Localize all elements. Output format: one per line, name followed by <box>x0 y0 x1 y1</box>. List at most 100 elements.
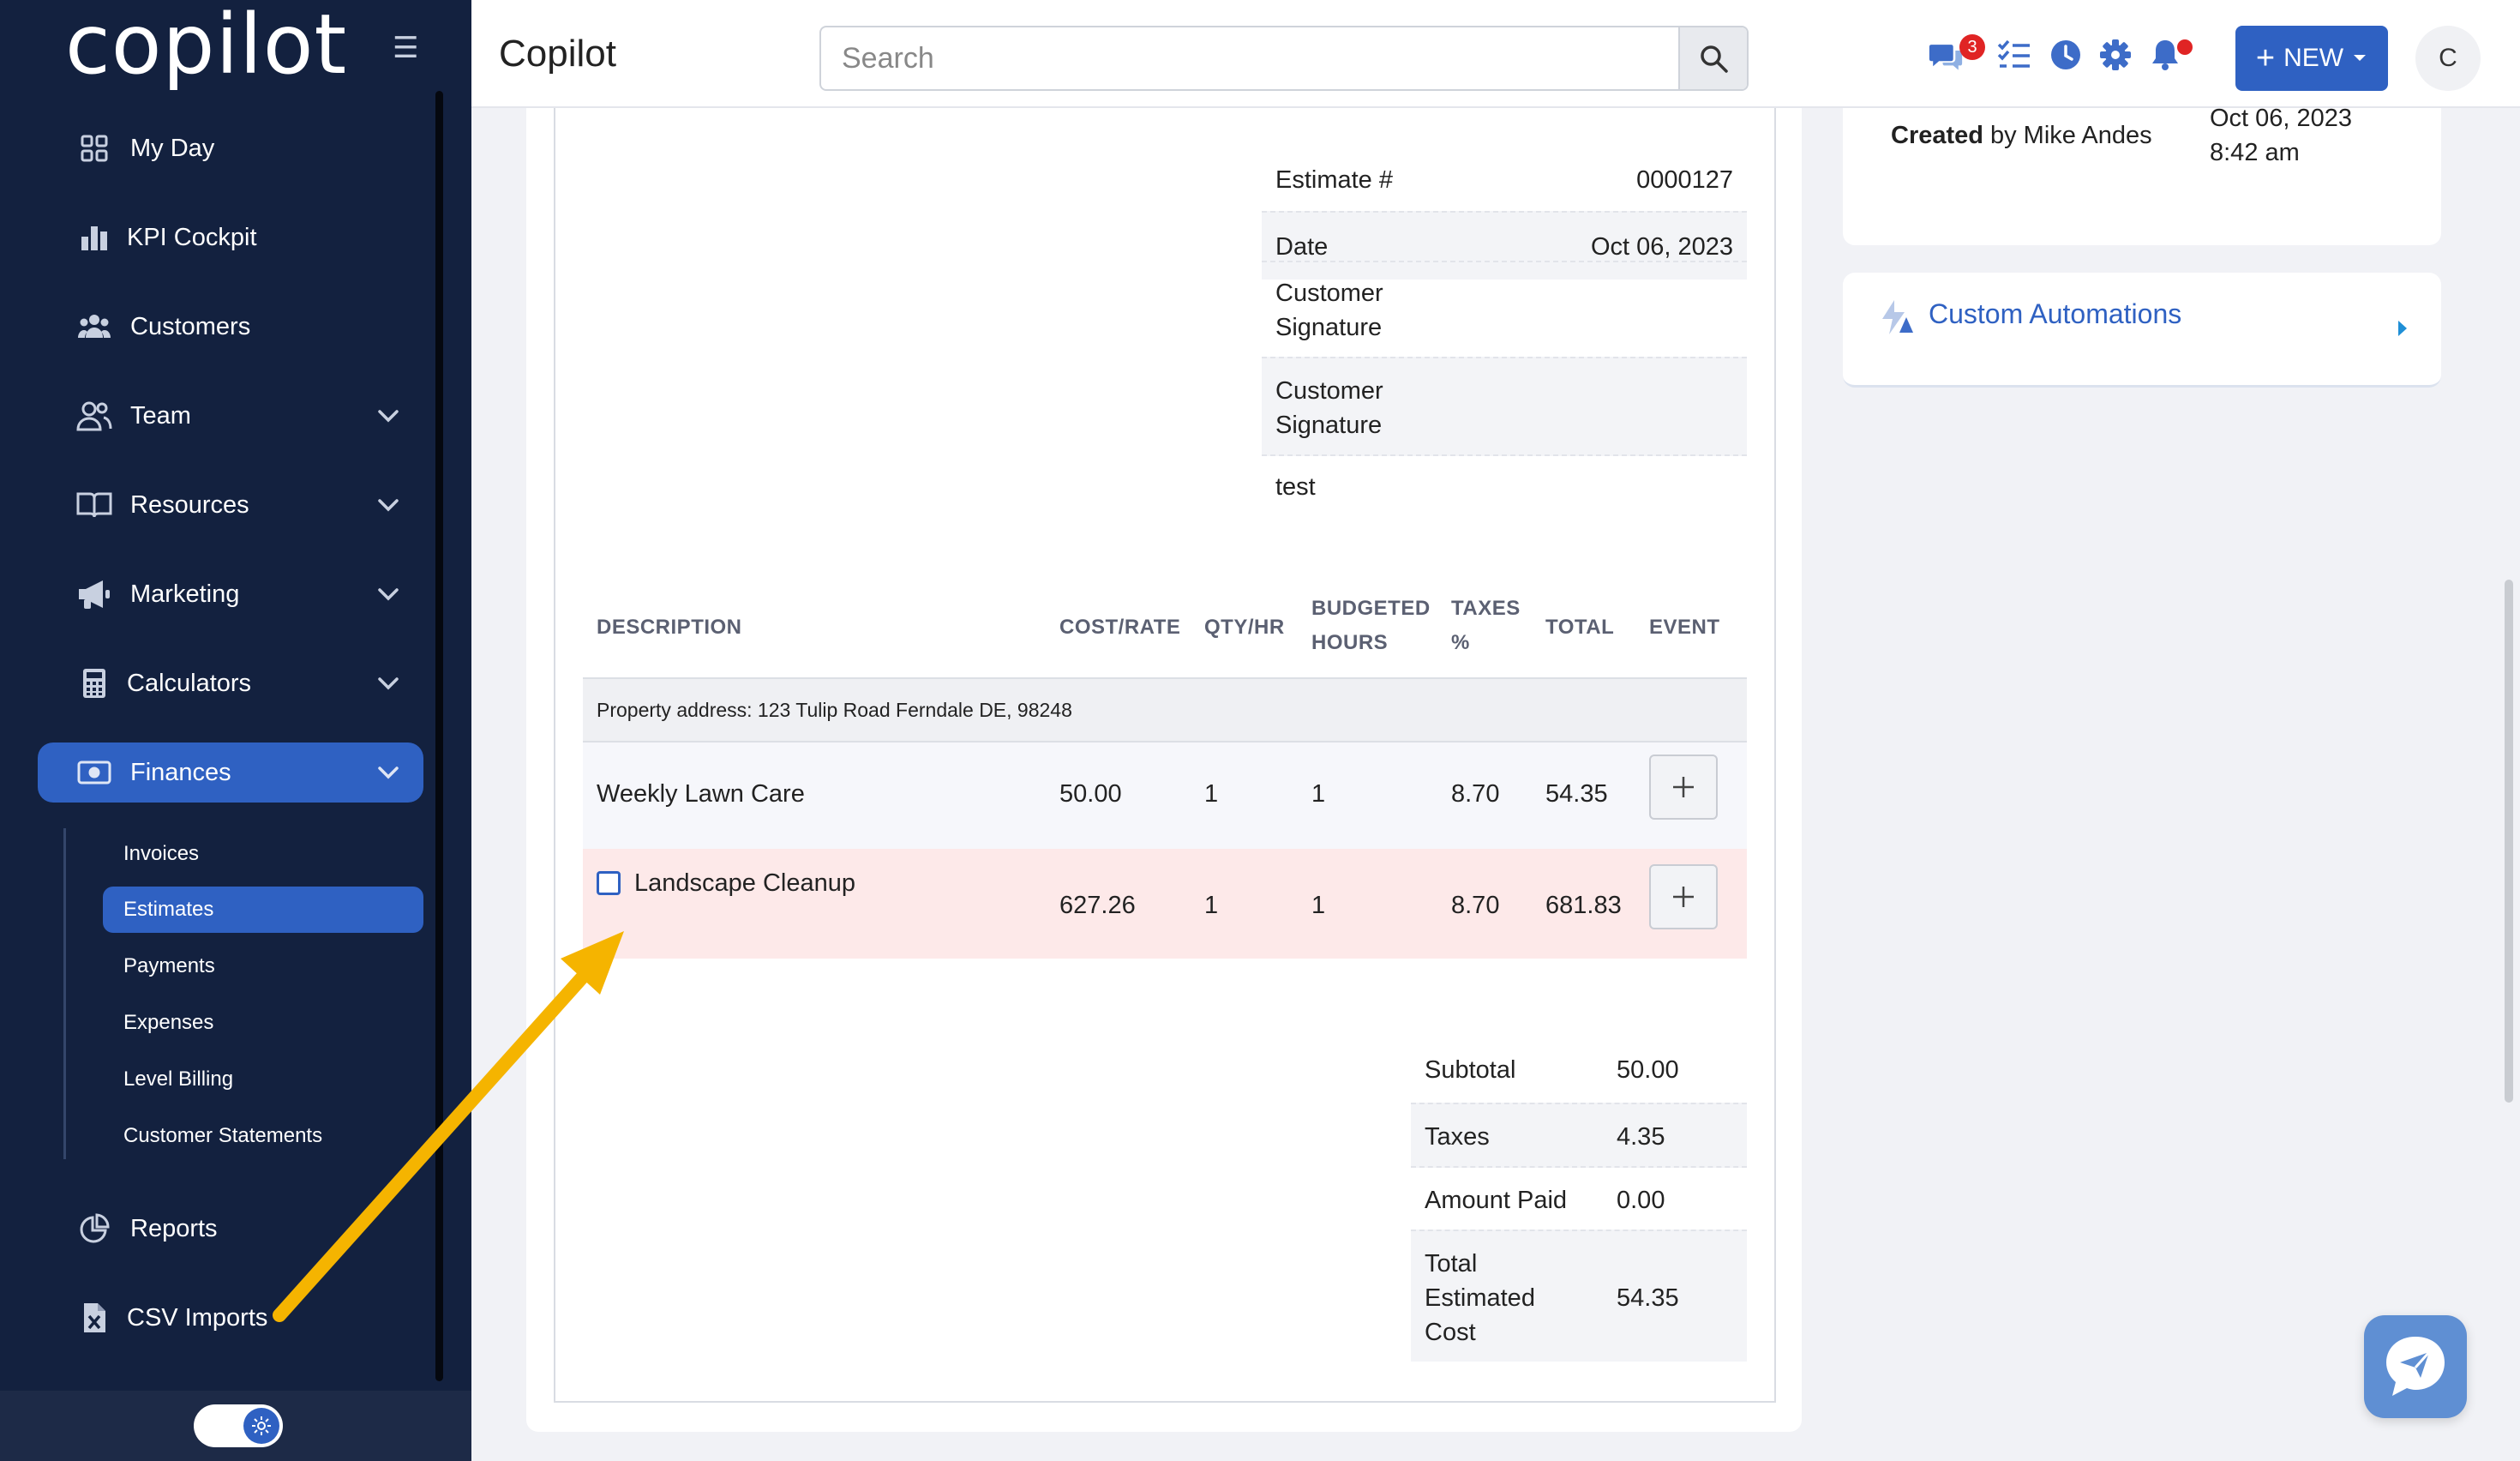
menu-toggle-icon[interactable]: ☰ <box>393 31 418 65</box>
sidebar-item-label: Reports <box>130 1214 218 1242</box>
task-list-icon[interactable] <box>1997 38 2031 72</box>
sidebar-subitem-level-billing[interactable]: Level Billing <box>103 1056 423 1103</box>
sidebar-item-label: Marketing <box>130 580 240 608</box>
copilot-logo[interactable]: copilot <box>65 3 347 86</box>
sidebar: copilot ☰ My Day KPI Cockpit Customers T… <box>0 0 471 1461</box>
amount-paid-value: 0.00 <box>1617 1187 1665 1214</box>
page-scrollbar[interactable] <box>2505 580 2513 1103</box>
sidebar-item-customers[interactable]: Customers <box>38 297 423 357</box>
total-estimated-cost-row: Total Estimated Cost 54.35 <box>1411 1230 1747 1362</box>
col-header-budgeted-hours: BUDGETED HOURS <box>1311 597 1431 654</box>
field-label: test <box>1275 473 1316 501</box>
col-header-cost-rate: COST/RATE <box>1059 616 1181 639</box>
chevron-down-icon[interactable] <box>375 581 401 607</box>
avatar[interactable]: C <box>2415 26 2481 91</box>
add-event-button[interactable] <box>1649 755 1718 820</box>
caret-right-icon[interactable] <box>2397 319 2409 338</box>
sidebar-item-label: Calculators <box>127 669 252 697</box>
sidebar-item-resources[interactable]: Resources <box>38 475 423 535</box>
team-icon <box>74 395 115 436</box>
custom-field-row: test <box>1262 454 1747 520</box>
created-by: by Mike Andes <box>1990 122 2152 149</box>
col-header-total: TOTAL <box>1545 616 1615 639</box>
search-icon <box>1701 45 1728 73</box>
estimate-number: 0000127 <box>1636 166 1733 194</box>
col-header-taxes: TAXES % <box>1451 597 1521 654</box>
chevron-down-icon[interactable] <box>375 403 401 429</box>
sidebar-item-finances[interactable]: Finances <box>38 743 423 803</box>
chat-icon[interactable] <box>1929 39 1963 74</box>
table-row: Landscape Cleanup 627.26 1 1 8.70 681.83 <box>583 849 1747 959</box>
plus-icon <box>1673 887 1694 907</box>
field-label: Customer Signature <box>1275 280 1383 341</box>
book-icon <box>74 484 115 526</box>
estimate-number-row: Estimate # 0000127 <box>1262 146 1747 214</box>
customer-signature-row: Customer Signature <box>1262 357 1747 456</box>
new-button-label: NEW <box>2283 44 2344 72</box>
add-event-button[interactable] <box>1649 864 1718 929</box>
item-taxes: 8.70 <box>1451 892 1500 919</box>
subnav-divider <box>63 828 66 1159</box>
property-address: Property address: 123 Tulip Road Ferndal… <box>583 677 1747 743</box>
chevron-down-icon[interactable] <box>375 760 401 785</box>
sidebar-item-csv-imports[interactable]: CSV Imports <box>38 1288 423 1348</box>
new-button[interactable]: + NEW <box>2235 26 2388 91</box>
clock-icon[interactable] <box>2049 38 2083 72</box>
users-icon <box>74 306 115 347</box>
sidebar-item-label: My Day <box>130 134 215 162</box>
created-date: Oct 06, 2023 <box>2210 105 2353 132</box>
chat-badge: 3 <box>1959 34 1985 60</box>
item-cost: 50.00 <box>1059 780 1122 808</box>
search-button[interactable] <box>1678 27 1747 89</box>
sidebar-item-my-day[interactable]: My Day <box>38 118 423 178</box>
total-label: Taxes <box>1425 1123 1490 1151</box>
amount-paid-row: Amount Paid 0.00 <box>1411 1166 1747 1231</box>
money-icon <box>74 752 115 793</box>
item-description: Landscape Cleanup <box>634 869 855 897</box>
sidebar-item-label: CSV Imports <box>127 1303 268 1332</box>
plus-icon: + <box>2255 40 2276 76</box>
item-taxes: 8.70 <box>1451 780 1500 808</box>
calculator-icon <box>74 663 115 704</box>
item-qty: 1 <box>1204 780 1219 808</box>
activity-card: Created by Mike Andes Oct 06, 2023 8:42 … <box>1843 105 2441 245</box>
custom-automations-label[interactable]: Custom Automations <box>1929 298 2181 330</box>
taxes-row: Taxes 4.35 <box>1411 1103 1747 1168</box>
excel-file-icon <box>74 1297 115 1338</box>
total-label: Subtotal <box>1425 1056 1516 1084</box>
sidebar-item-kpi-cockpit[interactable]: KPI Cockpit <box>38 207 423 268</box>
item-total: 681.83 <box>1545 892 1622 919</box>
sidebar-subitem-estimates[interactable]: Estimates <box>103 887 423 933</box>
megaphone-icon <box>74 574 115 615</box>
sidebar-item-team[interactable]: Team <box>38 386 423 446</box>
sidebar-scrollbar[interactable] <box>435 91 443 1381</box>
col-header-qty-hr: QTY/HR <box>1204 616 1285 639</box>
customer-signature-row: Customer Signature <box>1262 261 1747 357</box>
chevron-down-icon[interactable] <box>375 492 401 518</box>
search-input[interactable] <box>821 27 1678 89</box>
support-chat-button[interactable] <box>2364 1315 2467 1418</box>
sidebar-item-marketing[interactable]: Marketing <box>38 564 423 624</box>
total-label: Total Estimated Cost <box>1425 1250 1535 1346</box>
sidebar-subitem-customer-statements[interactable]: Customer Statements <box>103 1113 423 1159</box>
sidebar-subitem-payments[interactable]: Payments <box>103 943 423 989</box>
item-qty: 1 <box>1204 892 1219 919</box>
sidebar-item-calculators[interactable]: Calculators <box>38 653 423 713</box>
theme-toggle[interactable] <box>194 1404 283 1447</box>
custom-automations-card[interactable]: Custom Automations <box>1843 273 2441 388</box>
plus-icon <box>1673 777 1694 797</box>
col-header-description: DESCRIPTION <box>597 616 742 639</box>
row-checkbox[interactable] <box>597 871 621 895</box>
notification-dot <box>2177 39 2193 55</box>
sidebar-subitem-invoices[interactable]: Invoices <box>103 831 423 877</box>
item-hours: 1 <box>1311 780 1326 808</box>
sidebar-item-reports[interactable]: Reports <box>38 1199 423 1259</box>
field-label: Customer Signature <box>1275 377 1383 439</box>
sun-icon <box>243 1408 279 1444</box>
caret-down-icon <box>2354 55 2367 61</box>
sidebar-subitem-expenses[interactable]: Expenses <box>103 1000 423 1046</box>
chevron-down-icon[interactable] <box>375 670 401 696</box>
item-cost: 627.26 <box>1059 892 1136 919</box>
gear-icon[interactable] <box>2098 38 2133 72</box>
chat-bubble-icon <box>2386 1337 2445 1396</box>
